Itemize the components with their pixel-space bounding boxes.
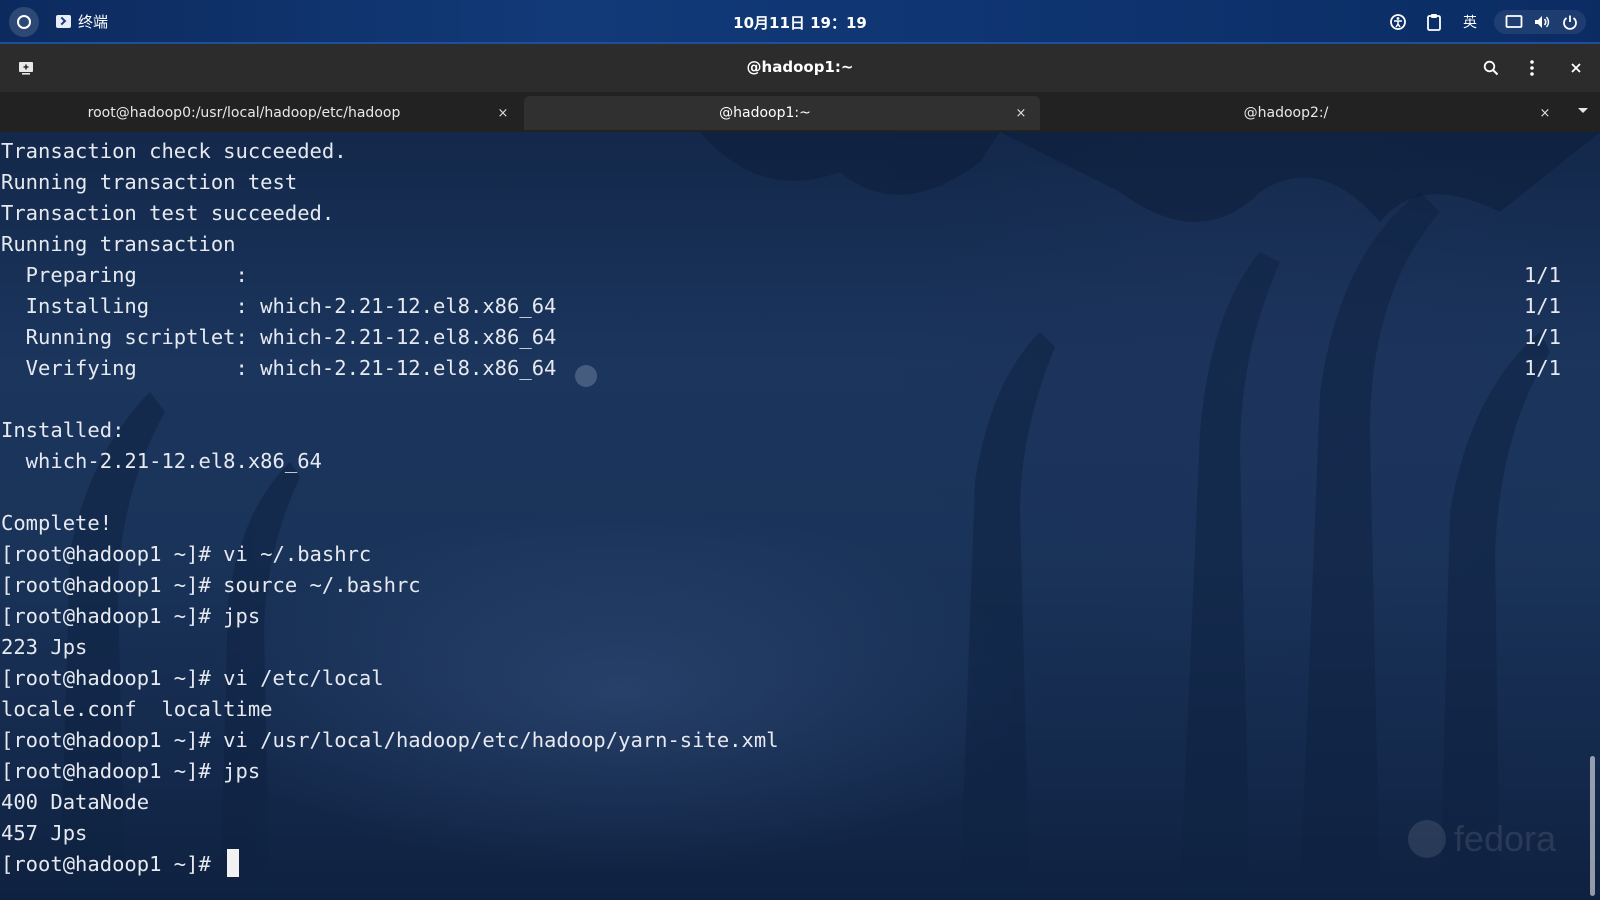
- terminal-line-text: Running transaction test: [1, 170, 298, 194]
- terminal-line-text: [root@hadoop1 ~]# vi /usr/local/hadoop/e…: [1, 728, 779, 752]
- terminal-line: [root@hadoop1 ~]# vi /etc/local: [1, 663, 1561, 694]
- terminal-line-text: Preparing :: [1, 263, 248, 287]
- tab-hadoop2[interactable]: @hadoop2:/ ×: [1042, 96, 1564, 130]
- main-menu-button[interactable]: [1520, 56, 1544, 80]
- terminal-line: Verifying : which-2.21-12.el8.x86_64 1/1: [1, 353, 1561, 384]
- fedora-logo-icon: [1407, 820, 1446, 858]
- terminal-line-text: Installing : which-2.21-12.el8.x86_64: [1, 294, 557, 318]
- volume-icon: [1530, 10, 1554, 34]
- terminal-line: Installed:: [1, 415, 1561, 446]
- tab-label: @hadoop1:~: [719, 105, 811, 121]
- tab-close-button[interactable]: ×: [494, 104, 512, 122]
- terminal-header-bar: @hadoop1:~: [0, 44, 1600, 93]
- progress-count: 1/1: [1523, 263, 1561, 287]
- terminal-line-text: locale.conf localtime: [1, 697, 273, 721]
- tab-close-button[interactable]: ×: [1012, 104, 1030, 122]
- shell-prompt: [root@hadoop1 ~]#: [1, 852, 224, 876]
- terminal-line: Installing : which-2.21-12.el8.x86_64 1/1: [1, 291, 1561, 322]
- terminal-scrollbar[interactable]: [1584, 132, 1600, 900]
- terminal-line-text: 400 DataNode: [1, 790, 150, 814]
- close-window-button[interactable]: [1564, 56, 1588, 80]
- terminal-line-text: which-2.21-12.el8.x86_64: [1, 449, 322, 473]
- terminal-line: Complete!: [1, 508, 1561, 539]
- terminal-view[interactable]: Transaction check succeeded. Running tran…: [0, 132, 1600, 900]
- search-button[interactable]: [1479, 56, 1503, 80]
- kebab-menu-icon: [1530, 60, 1534, 76]
- terminal-line: Transaction check succeeded.: [1, 136, 1561, 167]
- terminal-line: locale.conf localtime: [1, 694, 1561, 725]
- text-cursor: [227, 849, 240, 877]
- input-method-indicator[interactable]: 英: [1458, 10, 1482, 34]
- terminal-line-text: [root@hadoop1 ~]# vi /etc/local: [1, 666, 384, 690]
- progress-count: 1/1: [1523, 325, 1561, 349]
- terminal-line: 457 Jps: [1, 818, 1561, 849]
- terminal-line-text: Complete!: [1, 511, 113, 535]
- fedora-watermark: fedora: [1407, 818, 1556, 860]
- activities-button[interactable]: [9, 7, 39, 37]
- terminal-line-text: Transaction test succeeded.: [1, 201, 335, 225]
- display-icon: [1502, 10, 1526, 34]
- status-menu[interactable]: [1494, 10, 1586, 34]
- tab-bar: root@hadoop0:/usr/local/hadoop/etc/hadoo…: [0, 92, 1600, 132]
- chevron-down-icon: [1578, 108, 1588, 113]
- prompt-line[interactable]: [root@hadoop1 ~]#: [1, 849, 1561, 880]
- terminal-line: Transaction test succeeded.: [1, 198, 1561, 229]
- search-icon: [1483, 60, 1499, 76]
- terminal-line-text: Installed:: [1, 418, 125, 442]
- terminal-line: Running transaction test: [1, 167, 1561, 198]
- terminal-line: 223 Jps: [1, 632, 1561, 663]
- app-menu[interactable]: 终端: [56, 11, 108, 32]
- terminal-line: [root@hadoop1 ~]# vi /usr/local/hadoop/e…: [1, 725, 1561, 756]
- terminal-line-text: [root@hadoop1 ~]# jps: [1, 759, 261, 783]
- terminal-line-text: Transaction check succeeded.: [1, 139, 347, 163]
- terminal-output: Transaction check succeeded. Running tran…: [1, 136, 1561, 880]
- new-tab-icon: [19, 62, 33, 75]
- scrollbar-thumb[interactable]: [1590, 756, 1595, 896]
- terminal-line-text: 223 Jps: [1, 635, 88, 659]
- terminal-line-text: Verifying : which-2.21-12.el8.x86_64: [1, 356, 557, 380]
- system-tray: 英: [1374, 10, 1586, 34]
- app-menu-label: 终端: [78, 13, 109, 31]
- clock[interactable]: 10月11日 19：19: [733, 14, 867, 32]
- terminal-line-text: 457 Jps: [1, 821, 88, 845]
- window-title: @hadoop1:~: [746, 58, 854, 76]
- accessibility-icon[interactable]: [1386, 10, 1410, 34]
- clipboard-icon[interactable]: [1422, 10, 1446, 34]
- new-tab-button[interactable]: [14, 56, 38, 80]
- terminal-line-text: Running transaction: [1, 232, 236, 256]
- terminal-line-text: [root@hadoop1 ~]# source ~/.bashrc: [1, 573, 421, 597]
- terminal-line: 400 DataNode: [1, 787, 1561, 818]
- terminal-line-text: [root@hadoop1 ~]# vi ~/.bashrc: [1, 542, 372, 566]
- tab-label: root@hadoop0:/usr/local/hadoop/etc/hadoo…: [87, 105, 401, 121]
- tabs-overview-button[interactable]: [1574, 102, 1592, 120]
- activities-icon: [17, 15, 31, 29]
- terminal-line: [root@hadoop1 ~]# vi ~/.bashrc: [1, 539, 1561, 570]
- terminal-app-icon: [56, 15, 71, 28]
- terminal-line: [root@hadoop1 ~]# source ~/.bashrc: [1, 570, 1561, 601]
- watermark-text: fedora: [1453, 818, 1556, 859]
- terminal-line: [root@hadoop1 ~]# jps: [1, 756, 1561, 787]
- tab-close-button[interactable]: ×: [1536, 104, 1554, 122]
- progress-count: 1/1: [1523, 356, 1561, 380]
- terminal-line: Running transaction: [1, 229, 1561, 260]
- system-top-bar: 终端 10月11日 19：19 英: [0, 0, 1600, 44]
- terminal-line: Running scriptlet: which-2.21-12.el8.x86…: [1, 322, 1561, 353]
- terminal-line: [root@hadoop1 ~]# jps: [1, 601, 1561, 632]
- tab-hadoop1[interactable]: @hadoop1:~ ×: [524, 96, 1040, 130]
- power-icon: [1558, 10, 1582, 34]
- terminal-line: Preparing : 1/1: [1, 260, 1561, 291]
- terminal-line-text: Running scriptlet: which-2.21-12.el8.x86…: [1, 325, 557, 349]
- close-icon: [1571, 63, 1581, 73]
- terminal-line: which-2.21-12.el8.x86_64: [1, 446, 1561, 477]
- tab-label: @hadoop2:/: [1243, 105, 1329, 121]
- progress-count: 1/1: [1523, 294, 1561, 318]
- terminal-line-text: [root@hadoop1 ~]# jps: [1, 604, 261, 628]
- tab-hadoop0[interactable]: root@hadoop0:/usr/local/hadoop/etc/hadoo…: [0, 96, 522, 130]
